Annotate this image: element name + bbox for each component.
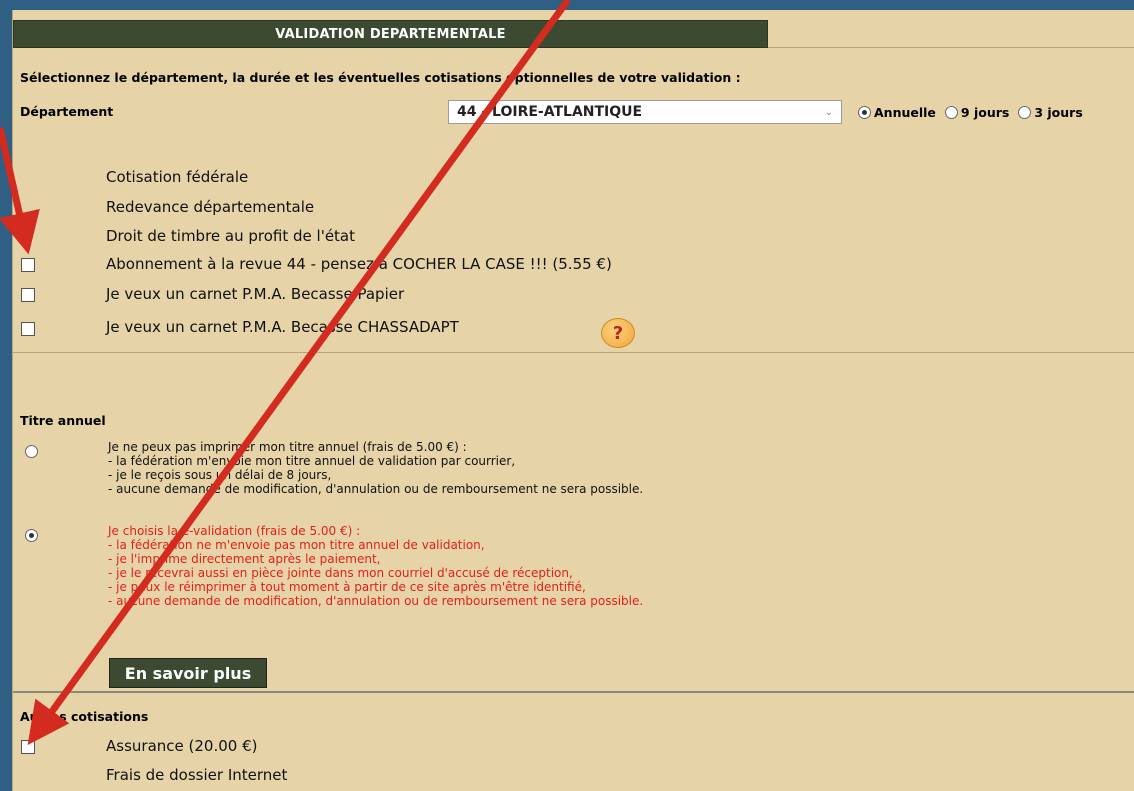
duration-options: Annuelle 9 jours 3 jours <box>858 105 1089 120</box>
chevron-down-icon: ⌄ <box>824 106 833 118</box>
titre-courrier-line: - aucune demande de modification, d'annu… <box>108 482 644 496</box>
duration-3-jours-radio[interactable] <box>1018 106 1032 119</box>
titre-annuel-title: Titre annuel <box>20 413 106 428</box>
titre-evalidation-line: - je le recevrai aussi en pièce jointe d… <box>108 566 573 580</box>
carnet-chassadapt-checkbox[interactable] <box>21 322 35 336</box>
assurance-label: Assurance (20.00 €) <box>106 737 258 755</box>
fee-cotisation-federale: Cotisation fédérale <box>106 168 249 186</box>
carnet-papier-checkbox[interactable] <box>21 288 35 302</box>
titre-evalidation-radio[interactable] <box>25 529 38 542</box>
titre-evalidation-line: - je l'imprime directement après le paie… <box>108 552 381 566</box>
titre-courrier-line: Je ne peux pas imprimer mon titre annuel… <box>108 440 467 454</box>
fee-droit-de-timbre: Droit de timbre au profit de l'état <box>106 227 356 245</box>
en-savoir-plus-button[interactable]: En savoir plus <box>109 658 267 688</box>
titre-evalidation-line: - la fédération ne m'envoie pas mon titr… <box>108 538 485 552</box>
titre-courrier-text: Je ne peux pas imprimer mon titre annuel… <box>108 440 643 496</box>
intro-text: Sélectionnez le département, la durée et… <box>20 70 741 85</box>
department-label: Département <box>20 104 114 119</box>
carnet-chassadapt-label: Je veux un carnet P.M.A. Becasse CHASSAD… <box>106 318 459 336</box>
validation-panel: VALIDATION DEPARTEMENTALE Sélectionnez l… <box>12 10 1134 791</box>
carnet-papier-label: Je veux un carnet P.M.A. Becasse Papier <box>106 285 405 303</box>
titre-courrier-radio[interactable] <box>25 445 38 458</box>
section-divider <box>13 352 1134 353</box>
titre-evalidation-text: Je choisis la e-validation (frais de 5.0… <box>108 524 643 608</box>
titre-courrier-line: - la fédération m'envoie mon titre annue… <box>108 454 516 468</box>
duration-3-jours-label: 3 jours <box>1034 105 1083 120</box>
fee-redevance-departementale: Redevance départementale <box>106 198 315 216</box>
titre-evalidation-line: - je peux le réimprimer à tout moment à … <box>108 580 586 594</box>
assurance-checkbox[interactable] <box>21 740 35 754</box>
duration-annuelle-label: Annuelle <box>874 105 936 120</box>
tab-bar: VALIDATION DEPARTEMENTALE <box>13 20 1134 48</box>
department-select[interactable]: 44 - LOIRE-ATLANTIQUE ⌄ <box>448 100 842 124</box>
duration-9-jours-label: 9 jours <box>960 105 1010 120</box>
titre-evalidation-line: - aucune demande de modification, d'annu… <box>108 594 644 608</box>
frais-dossier-label: Frais de dossier Internet <box>106 766 288 784</box>
titre-evalidation-line: Je choisis la e-validation (frais de 5.0… <box>108 524 361 538</box>
tab-validation-departementale[interactable]: VALIDATION DEPARTEMENTALE <box>13 20 768 48</box>
department-selected-value: 44 - LOIRE-ATLANTIQUE <box>457 104 643 120</box>
autres-cotisations-title: Autres cotisations <box>20 709 149 724</box>
section-divider <box>13 691 1134 693</box>
revue-subscription-label: Abonnement à la revue 44 - pensez à COCH… <box>106 255 612 273</box>
revue-subscription-checkbox[interactable] <box>21 258 35 272</box>
question-bubble-icon[interactable]: ? <box>601 318 635 348</box>
duration-annuelle-radio[interactable] <box>858 106 871 119</box>
duration-9-jours-radio[interactable] <box>944 106 958 119</box>
titre-courrier-line: - je le reçois sous un délai de 8 jours, <box>108 468 332 482</box>
tab-underline <box>768 47 1134 48</box>
